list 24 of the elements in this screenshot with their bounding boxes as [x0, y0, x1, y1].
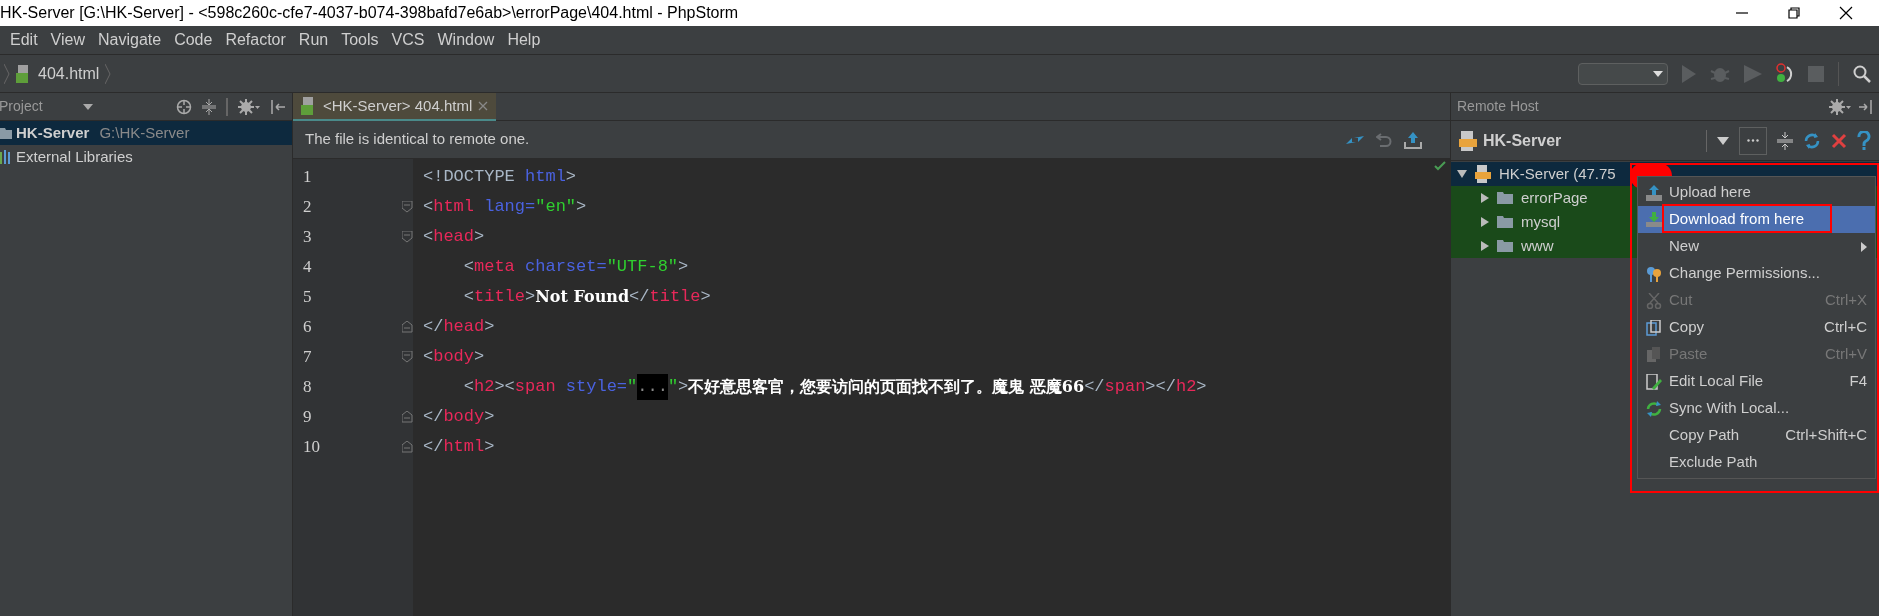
panel-title: Remote Host: [1457, 97, 1539, 116]
notification-text: The file is identical to remote one.: [305, 129, 530, 150]
code-line: <title>Not Found</title>: [462, 286, 711, 309]
code-line: </head>: [423, 316, 495, 339]
line-number: 10: [303, 436, 320, 459]
window-title: HK-Server [G:\HK-Server] - <598c260c-cfe7-4037-b074-398bafd7e6ab>\errorPage\404.html - PhpStorm: [0, 3, 739, 23]
line-number: 7: [303, 346, 312, 369]
server-name: HK-Server: [1483, 130, 1562, 151]
code-line: <html lang="en">: [423, 196, 587, 219]
line-number: 6: [303, 316, 312, 339]
line-number: 3: [303, 226, 312, 249]
line-number: 1: [303, 166, 312, 189]
code-line: <head>: [423, 226, 485, 249]
code-line: </body>: [423, 406, 495, 429]
line-number: 8: [303, 376, 312, 399]
code-line: </html>: [423, 436, 495, 459]
code-line: <!DOCTYPE html>: [423, 166, 577, 189]
line-number: 5: [303, 286, 312, 309]
code-line: <body>: [423, 346, 485, 369]
line-number: 4: [303, 256, 312, 279]
line-number: 9: [303, 406, 312, 429]
code-line: <meta charset="UTF-8">: [462, 256, 689, 279]
code-line: <h2><span style="...">不好意思客官，您要访问的页面找不到了。魔鬼 恶魔66</span></h2>: [423, 372, 1207, 402]
line-number: 2: [303, 196, 312, 219]
